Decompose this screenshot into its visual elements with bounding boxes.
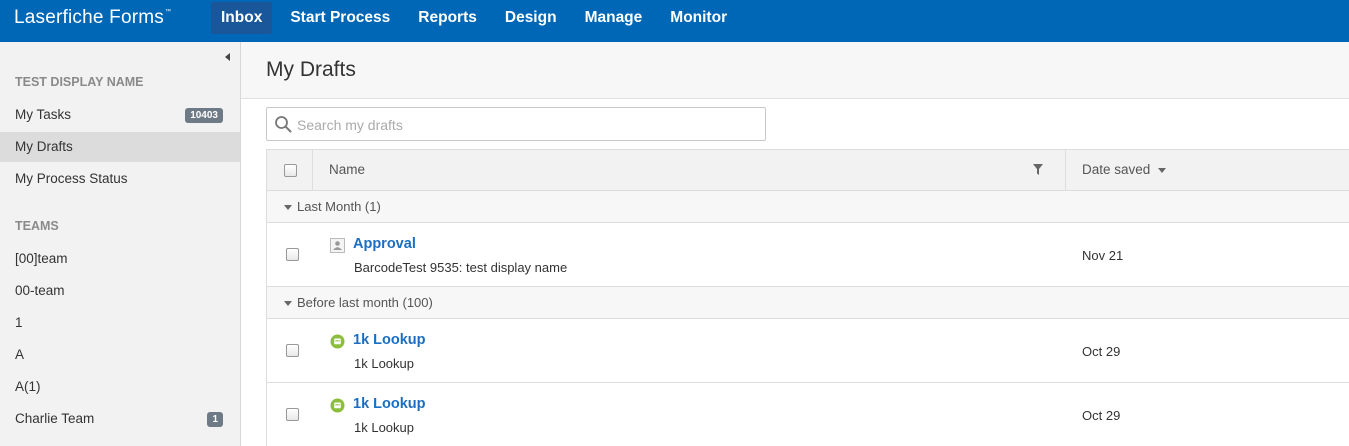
draft-subtitle: 1k Lookup [354, 420, 414, 435]
column-date-label: Date saved [1082, 162, 1151, 177]
filter-icon[interactable] [1033, 164, 1043, 175]
nav-design[interactable]: Design [495, 2, 567, 34]
nav-monitor[interactable]: Monitor [660, 2, 737, 34]
group-row-before-last-month[interactable]: Before last month (100) [267, 287, 1349, 319]
sidebar-item-label: My Process Status [15, 171, 128, 186]
table-row[interactable]: Approval BarcodeTest 9535: test display … [267, 223, 1349, 287]
page-title: My Drafts [266, 58, 356, 81]
grid-header: Name Date saved [267, 149, 1349, 191]
team-label: Charlie Team [15, 411, 95, 426]
main-content: My Drafts Name Date saved [241, 42, 1349, 446]
sidebar-item-my-tasks[interactable]: My Tasks 10403 [0, 100, 240, 130]
process-icon [330, 398, 345, 413]
search-icon [275, 116, 292, 133]
draft-date-saved: Nov 21 [1082, 248, 1124, 263]
row-checkbox[interactable] [286, 408, 299, 421]
sidebar-team-1[interactable]: 1 [0, 308, 240, 338]
trademark-mark: ™ [164, 9, 172, 15]
draft-title-link[interactable]: Approval [353, 236, 416, 252]
sidebar-item-label: My Tasks [15, 107, 72, 122]
group-label: Before last month (100) [297, 295, 433, 310]
sidebar-team-a[interactable]: A [0, 340, 240, 370]
drafts-grid: Name Date saved Last Month (1) Approval … [266, 149, 1349, 446]
sidebar-team-00-team[interactable]: 00-team [0, 276, 240, 306]
team-label: 1 [15, 315, 23, 330]
team-label: A [15, 347, 25, 362]
row-checkbox[interactable] [286, 248, 299, 261]
table-row[interactable]: 1k Lookup 1k Lookup Oct 29 [267, 383, 1349, 446]
draft-subtitle: 1k Lookup [354, 356, 414, 371]
sidebar-item-my-process-status[interactable]: My Process Status [0, 164, 240, 194]
team-label: A(1) [15, 379, 41, 394]
team-count-badge: 1 [207, 412, 223, 427]
user-display-name-heading: TEST DISPLAY NAME [15, 75, 144, 89]
team-label: [00]team [15, 251, 68, 266]
sidebar-team-charlie-team[interactable]: Charlie Team 1 [0, 404, 240, 434]
draft-date-saved: Oct 29 [1082, 344, 1121, 359]
table-row[interactable]: 1k Lookup 1k Lookup Oct 29 [267, 319, 1349, 383]
sidebar-team-00team[interactable]: [00]team [0, 244, 240, 274]
draft-subtitle: BarcodeTest 9535: test display name [354, 260, 568, 275]
sidebar-item-my-drafts[interactable]: My Drafts [0, 132, 240, 162]
search-box [266, 107, 766, 141]
collapse-sidebar-icon[interactable] [225, 53, 230, 61]
caret-down-icon [284, 301, 292, 306]
sort-descending-icon[interactable] [1158, 168, 1166, 173]
header-select-cell [267, 150, 313, 190]
team-label: 00-team [15, 283, 65, 298]
top-navigation-bar: Laserfiche Forms™ Inbox Start Process Re… [0, 0, 1349, 42]
nav-start-process[interactable]: Start Process [280, 2, 400, 34]
nav-inbox[interactable]: Inbox [211, 2, 273, 34]
row-checkbox[interactable] [286, 344, 299, 357]
app-logo[interactable]: Laserfiche Forms™ [14, 7, 171, 29]
select-all-checkbox[interactable] [284, 164, 297, 177]
column-name-label: Name [329, 162, 366, 177]
sidebar-team-a-1[interactable]: A(1) [0, 372, 240, 402]
task-count-badge: 10403 [185, 108, 223, 123]
caret-down-icon [284, 205, 292, 210]
draft-title-link[interactable]: 1k Lookup [353, 332, 426, 348]
search-input[interactable] [297, 114, 757, 136]
page-header: My Drafts [241, 42, 1349, 99]
nav-reports[interactable]: Reports [408, 2, 487, 34]
column-header-date-saved[interactable]: Date saved [1066, 150, 1349, 190]
nav-manage[interactable]: Manage [575, 2, 653, 34]
user-form-icon [330, 238, 345, 253]
main-nav: Inbox Start Process Reports Design Manag… [211, 2, 745, 34]
group-row-last-month[interactable]: Last Month (1) [267, 191, 1349, 223]
draft-title-link[interactable]: 1k Lookup [353, 396, 426, 412]
column-header-name[interactable]: Name [313, 150, 1066, 190]
group-label: Last Month (1) [297, 199, 381, 214]
brand-name: Laserfiche Forms [14, 7, 164, 28]
teams-heading: TEAMS [15, 219, 59, 233]
sidebar: TEST DISPLAY NAME My Tasks 10403 My Draf… [0, 42, 241, 446]
draft-date-saved: Oct 29 [1082, 408, 1121, 423]
process-icon [330, 334, 345, 349]
sidebar-item-label: My Drafts [15, 139, 73, 154]
